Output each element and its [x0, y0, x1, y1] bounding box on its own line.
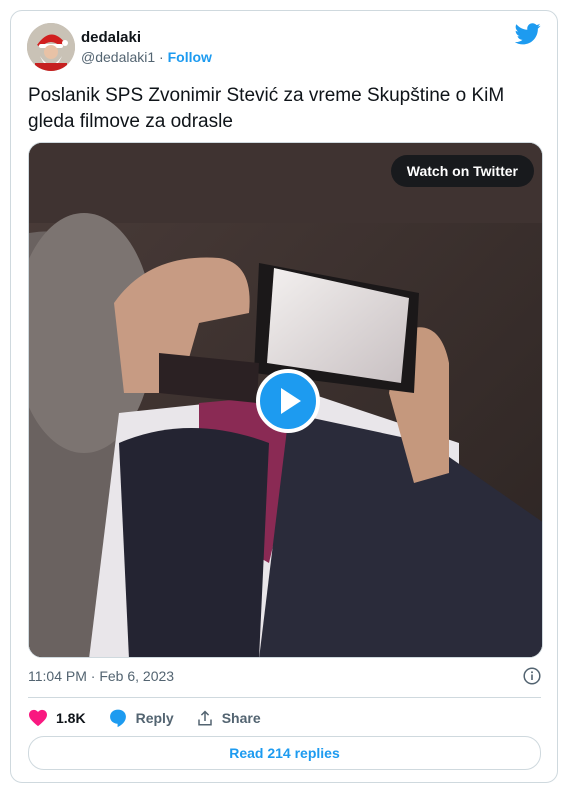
reply-bubble-icon — [109, 709, 126, 728]
video-media[interactable]: Watch on Twitter — [28, 142, 543, 658]
like-button[interactable]: 1.8K — [28, 709, 86, 727]
info-icon[interactable] — [523, 667, 541, 685]
heart-icon — [29, 709, 47, 727]
separator-dot: · — [159, 49, 164, 65]
read-replies-button[interactable]: Read 214 replies — [28, 736, 541, 770]
action-bar: 1.8K Reply Share — [28, 706, 261, 730]
play-button[interactable] — [256, 369, 320, 433]
watch-on-twitter-button[interactable]: Watch on Twitter — [390, 155, 534, 187]
play-icon — [281, 388, 301, 414]
share-label: Share — [221, 710, 261, 726]
share-button[interactable]: Share — [196, 709, 261, 727]
reply-button[interactable]: Reply — [108, 708, 174, 728]
display-name[interactable]: dedalaki — [81, 29, 141, 46]
tweet-timestamp[interactable]: 11:04 PM · Feb 6, 2023 — [28, 668, 174, 684]
divider — [28, 697, 541, 698]
avatar[interactable] — [27, 23, 75, 71]
reply-label: Reply — [135, 710, 174, 726]
avatar-image — [27, 23, 75, 71]
tweet-card: dedalaki @dedalaki1 · Follow Poslanik SP… — [10, 10, 558, 783]
like-count: 1.8K — [56, 710, 86, 726]
follow-button[interactable]: Follow — [168, 49, 212, 65]
user-handle[interactable]: @dedalaki1 — [81, 49, 155, 65]
tweet-text: Poslanik SPS Zvonimir Stević za vreme Sk… — [28, 85, 505, 132]
twitter-bird-icon[interactable] — [515, 23, 541, 45]
handle-row: @dedalaki1 · Follow — [81, 49, 212, 65]
share-icon — [197, 710, 212, 726]
